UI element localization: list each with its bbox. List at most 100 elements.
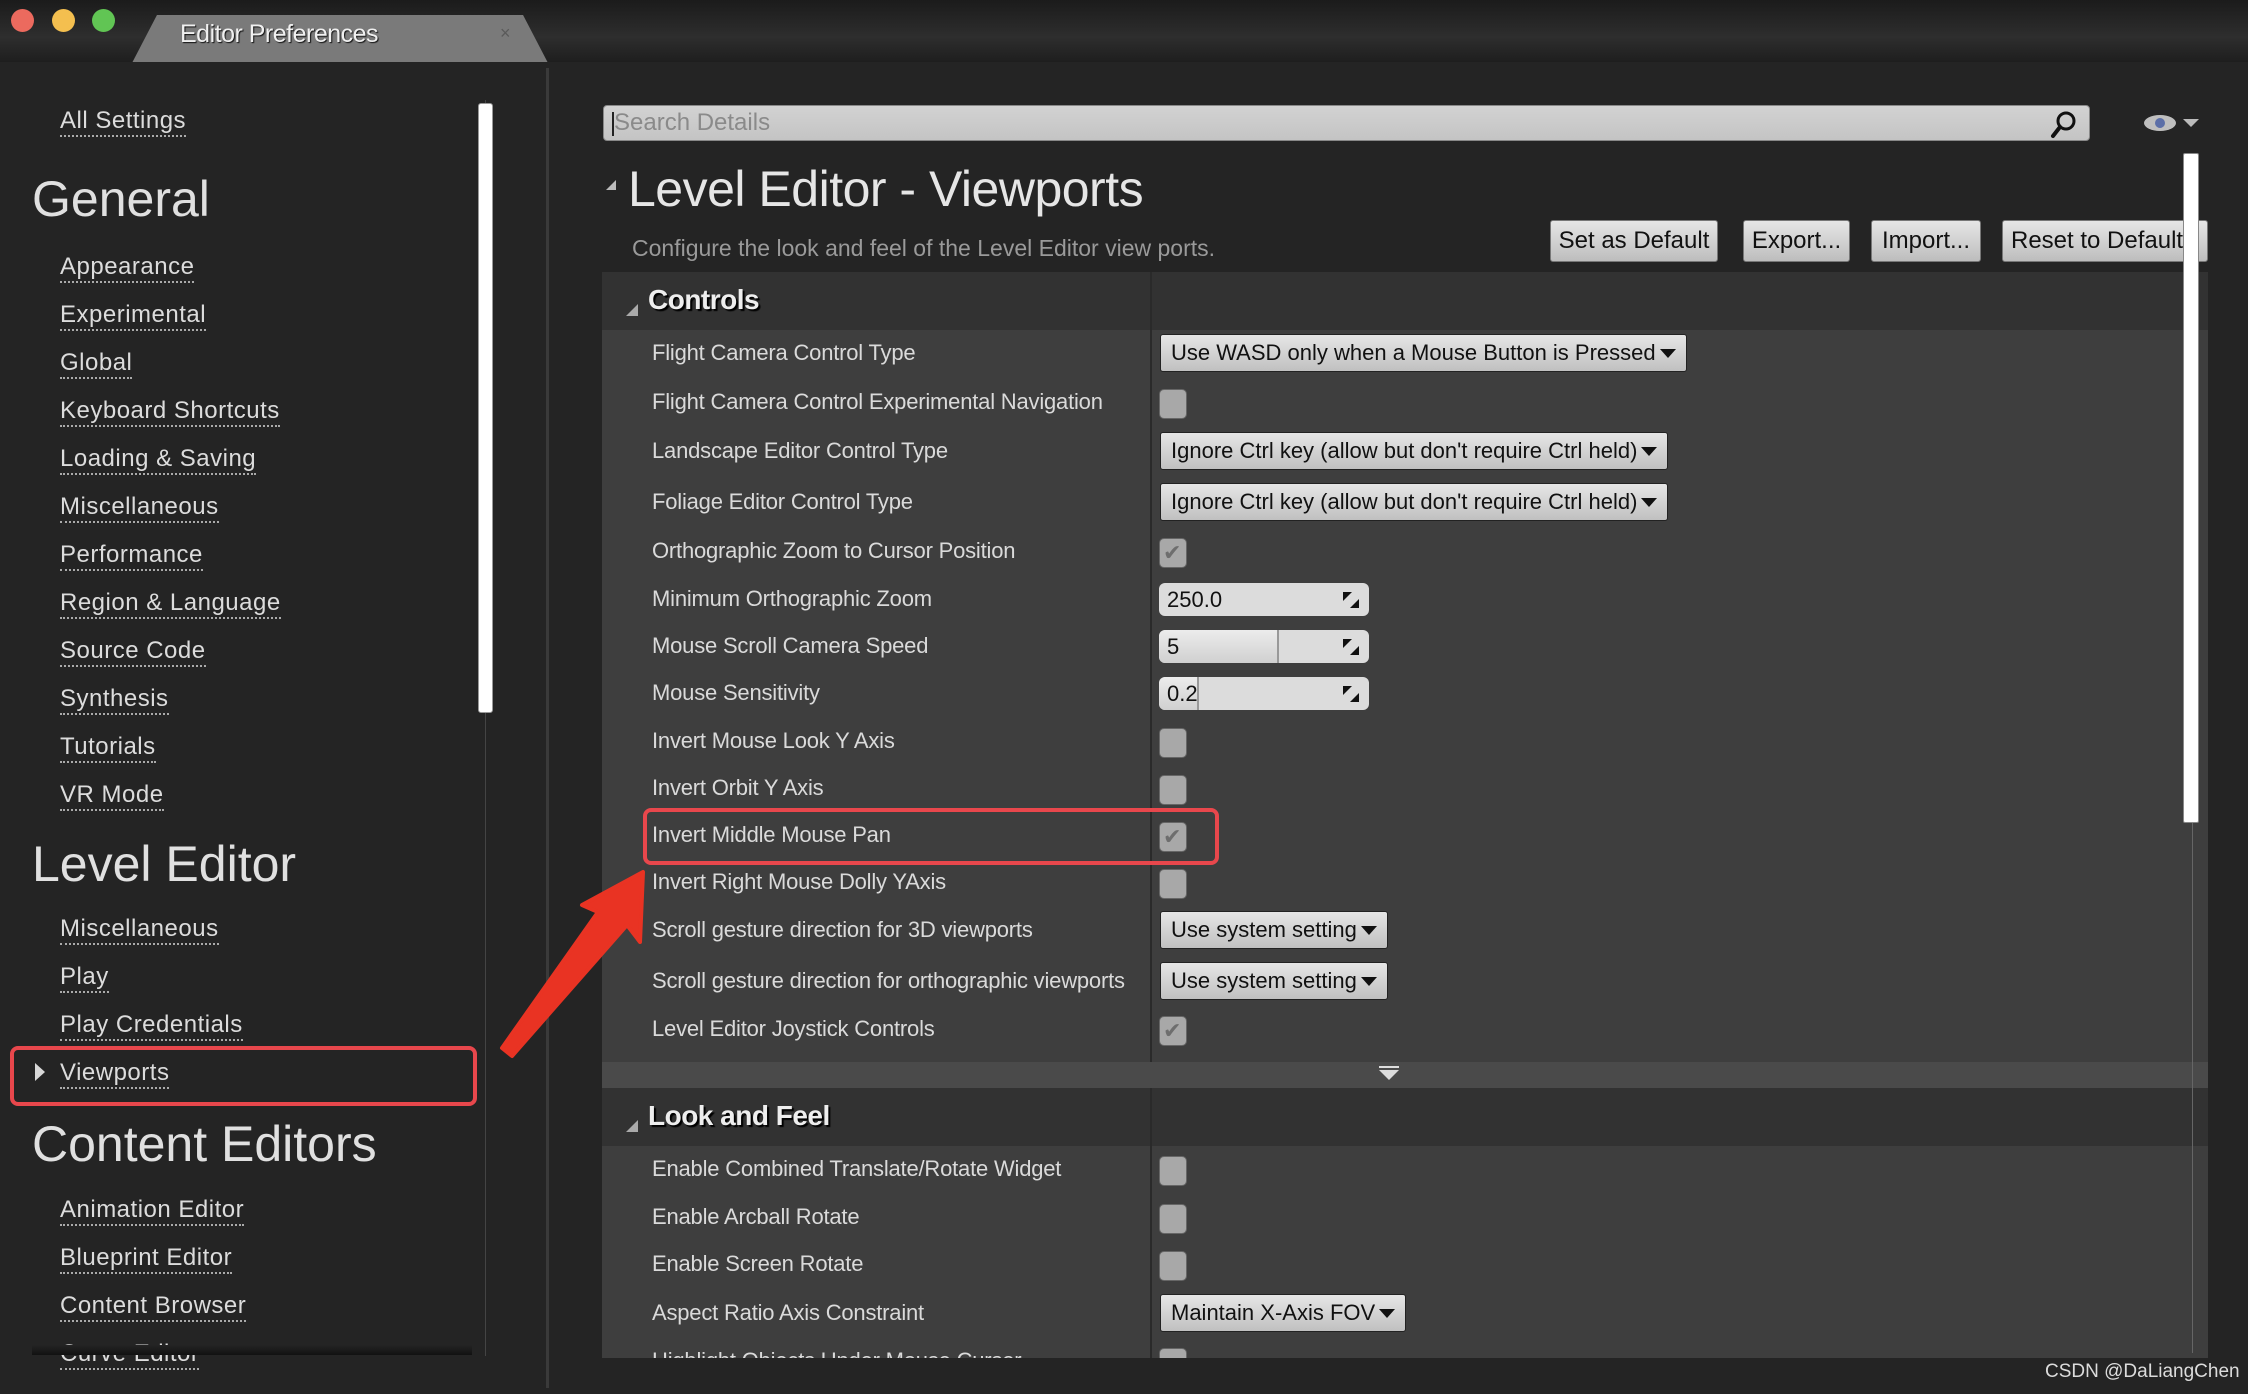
sidebar-item-miscellaneous[interactable]: Miscellaneous [60, 915, 219, 945]
property-dropdown[interactable]: Use system setting [1160, 962, 1388, 1000]
search-bar [603, 105, 2090, 141]
page-title: Level Editor - Viewports [628, 161, 1144, 217]
property-row: Invert Mouse Look Y Axis [602, 718, 2208, 766]
sidebar-item-loading-saving[interactable]: Loading & Saving [60, 445, 257, 475]
property-dropdown[interactable]: Use system setting [1160, 911, 1388, 949]
sidebar-item-content-browser[interactable]: Content Browser [60, 1292, 247, 1322]
close-window-button[interactable] [11, 9, 34, 32]
sidebar-item-viewports[interactable]: Viewports [60, 1059, 170, 1089]
property-label: Invert Orbit Y Axis [652, 775, 824, 800]
search-icon[interactable] [2049, 109, 2079, 139]
sidebar-item-experimental[interactable]: Experimental [60, 301, 207, 331]
column-divider[interactable] [1150, 1088, 1152, 1358]
sidebar-item-blueprint-editor[interactable]: Blueprint Editor [60, 1244, 233, 1274]
section-title: Look and Feel [648, 1100, 830, 1131]
property-checkbox[interactable] [1159, 775, 1187, 805]
advanced-toggle[interactable] [602, 1062, 2208, 1088]
export-button[interactable]: Export... [1743, 220, 1850, 262]
maximize-window-button[interactable] [92, 9, 115, 32]
sidebar-item-synthesis[interactable]: Synthesis [60, 685, 169, 715]
expand-advanced-icon[interactable] [1379, 1065, 1399, 1085]
sidebar-item-region-language[interactable]: Region & Language [60, 589, 281, 619]
dropdown-value: Ignore Ctrl key (allow but don't require… [1171, 438, 1638, 463]
dropdown-arrow-icon [1659, 349, 1676, 358]
import-button[interactable]: Import... [1871, 220, 1981, 262]
set-as-default-button[interactable]: Set as Default [1550, 220, 1718, 262]
sidebar-heading-content-editors: Content Editors [32, 1116, 377, 1172]
selected-arrow-icon [35, 1063, 45, 1081]
property-checkbox[interactable] [1159, 1348, 1187, 1358]
property-label: Landscape Editor Control Type [652, 438, 948, 463]
property-checkbox[interactable]: ✔ [1159, 1016, 1187, 1046]
page-subtitle: Configure the look and feel of the Level… [632, 235, 1216, 261]
sidebar-scrollbar[interactable] [478, 103, 493, 713]
property-checkbox[interactable] [1159, 869, 1187, 899]
property-row: Flight Camera Control Type Use WASD only … [602, 330, 2208, 378]
property-checkbox[interactable] [1159, 728, 1187, 758]
property-dropdown[interactable]: Use WASD only when a Mouse Button is Pre… [1160, 334, 1687, 372]
details-scroll-track [2192, 823, 2193, 1353]
collapse-page-icon[interactable] [606, 180, 616, 190]
column-divider[interactable] [1150, 272, 1152, 1062]
property-dropdown[interactable]: Ignore Ctrl key (allow but don't require… [1160, 483, 1669, 521]
sidebar-divider[interactable] [546, 68, 549, 1388]
property-row: Scroll gesture direction for orthographi… [602, 958, 2208, 1006]
tab-close-icon[interactable]: × [500, 23, 511, 44]
property-label: Mouse Sensitivity [652, 680, 820, 705]
sidebar-item-global[interactable]: Global [60, 349, 133, 379]
section-header-controls[interactable]: Controls [602, 272, 2208, 330]
property-number-input[interactable]: 250.0 [1159, 583, 1369, 616]
property-row: Enable Screen Rotate [602, 1241, 2208, 1289]
sidebar-item-keyboard-shortcuts[interactable]: Keyboard Shortcuts [60, 397, 280, 427]
dropdown-arrow-icon [1360, 926, 1377, 935]
property-label: Enable Arcball Rotate [652, 1204, 860, 1229]
property-label: Aspect Ratio Axis Constraint [652, 1300, 924, 1325]
sidebar-heading-general: General [32, 171, 210, 227]
property-row: Invert Orbit Y Axis [602, 765, 2208, 813]
sidebar-item-all-settings[interactable]: All Settings [60, 107, 187, 137]
property-label: Flight Camera Control Type [652, 340, 916, 365]
drag-spin-icon [1343, 592, 1359, 608]
sidebar-item-play[interactable]: Play [60, 963, 109, 993]
property-dropdown[interactable]: Ignore Ctrl key (allow but don't require… [1160, 432, 1669, 470]
sidebar-item-play-credentials[interactable]: Play Credentials [60, 1011, 243, 1041]
view-options-dropdown-icon[interactable] [2183, 119, 2199, 127]
property-label: Highlight Objects Under Mouse Cursor [652, 1348, 1022, 1358]
search-input[interactable] [604, 106, 2034, 140]
property-label: Foliage Editor Control Type [652, 489, 913, 514]
collapse-section-icon[interactable] [626, 1120, 638, 1132]
sidebar-item-performance[interactable]: Performance [60, 541, 203, 571]
property-row: Orthographic Zoom to Cursor Position ✔ [602, 528, 2208, 576]
sidebar-item-source-code[interactable]: Source Code [60, 637, 206, 667]
dropdown-arrow-icon [1641, 447, 1658, 456]
sidebar-item-animation-editor[interactable]: Animation Editor [60, 1196, 245, 1226]
sidebar-item-tutorials[interactable]: Tutorials [60, 733, 156, 763]
dropdown-value: Use system setting [1171, 917, 1357, 942]
section-header-look-and-feel[interactable]: Look and Feel [602, 1088, 2208, 1146]
property-checkbox[interactable] [1159, 1251, 1187, 1281]
property-dropdown[interactable]: Maintain X-Axis FOV [1160, 1294, 1407, 1332]
details-scrollbar[interactable] [2183, 153, 2199, 823]
property-slider[interactable]: 0.2 [1159, 677, 1369, 710]
reset-to-defaults-button[interactable]: Reset to Defaults [2002, 220, 2208, 262]
dropdown-value: Use system setting [1171, 968, 1357, 993]
collapse-section-icon[interactable] [626, 304, 638, 316]
property-slider[interactable]: 5 [1159, 630, 1369, 663]
property-checkbox[interactable] [1159, 1156, 1187, 1186]
sidebar-item-vr-mode[interactable]: VR Mode [60, 781, 164, 811]
eye-icon[interactable] [2143, 113, 2177, 133]
section-title: Controls [648, 284, 760, 315]
property-checkbox[interactable]: ✔ [1159, 538, 1187, 568]
property-checkbox[interactable] [1159, 389, 1187, 419]
drag-spin-icon [1343, 639, 1359, 655]
sidebar-item-miscellaneous[interactable]: Miscellaneous [60, 493, 219, 523]
minimize-window-button[interactable] [52, 9, 75, 32]
property-label: Scroll gesture direction for 3D viewport… [652, 917, 1033, 942]
drag-spin-icon [1343, 686, 1359, 702]
sidebar-item-appearance[interactable]: Appearance [60, 253, 195, 283]
tab-title: Editor Preferences [180, 20, 379, 48]
watermark: CSDN @DaLiangChen [2045, 1361, 2240, 1382]
property-label: Scroll gesture direction for orthographi… [652, 968, 1125, 993]
property-checkbox[interactable] [1159, 1204, 1187, 1234]
property-row: Mouse Sensitivity 0.2 [602, 670, 2208, 718]
